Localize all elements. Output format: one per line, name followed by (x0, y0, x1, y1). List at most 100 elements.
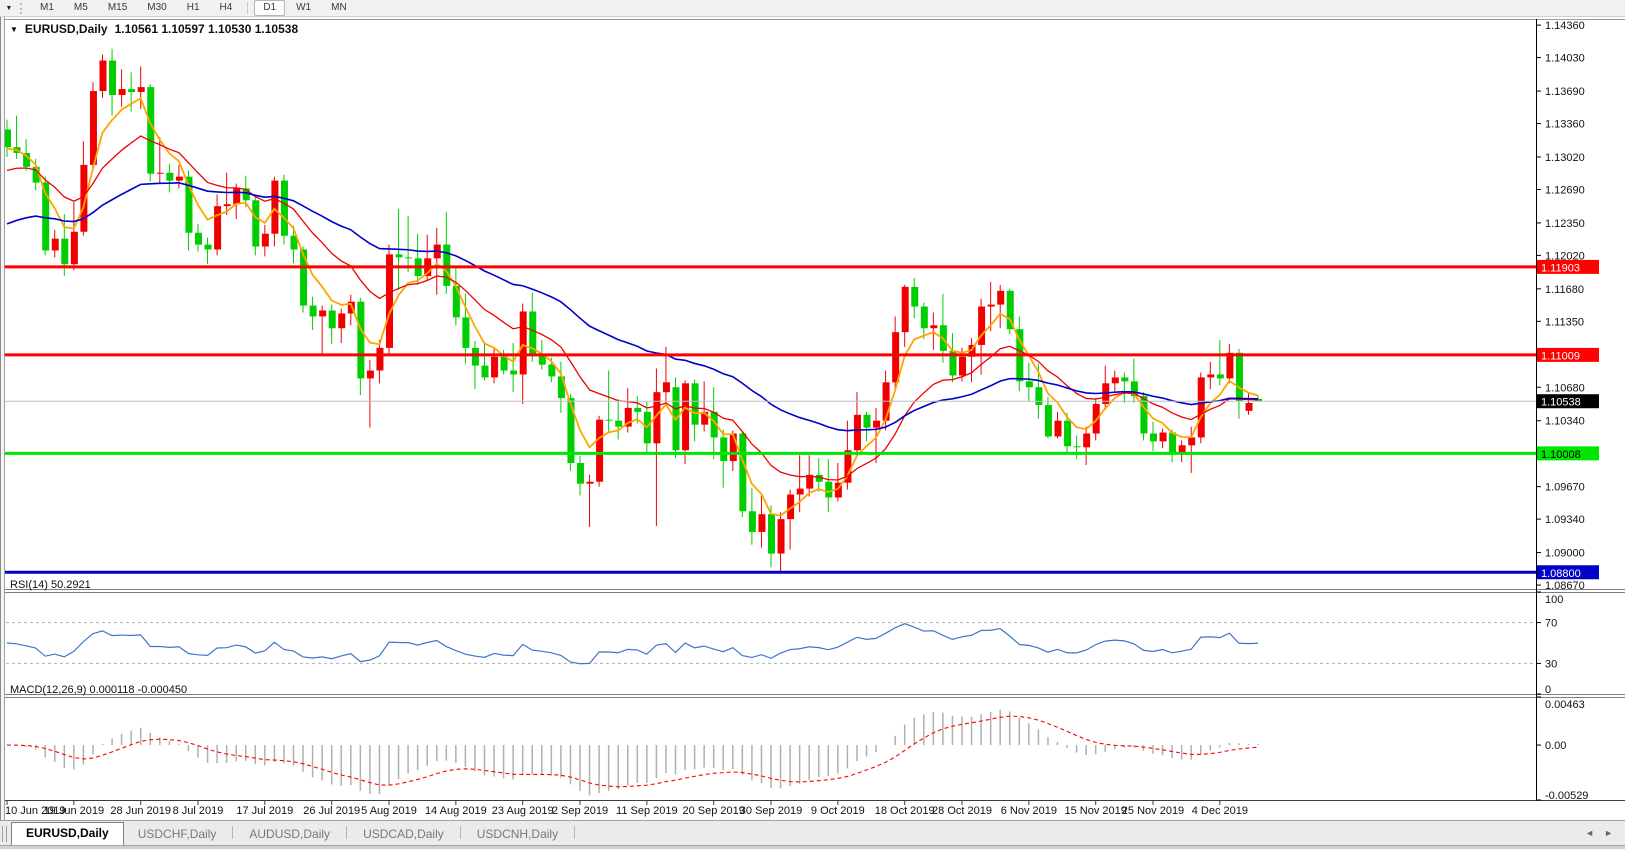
timeframe-button-w1[interactable]: W1 (287, 0, 320, 16)
rsi-line (7, 624, 1258, 664)
candle (472, 348, 479, 366)
price-badge-label: 1.10538 (1541, 397, 1581, 409)
timeframe-button-h4[interactable]: H4 (211, 0, 242, 16)
price-tick-label: 1.12690 (1545, 184, 1585, 196)
date-tick-label: 30 Sep 2019 (740, 805, 802, 817)
candle (997, 291, 1004, 305)
toolbar-dropdown-icon[interactable]: ▼ (0, 5, 18, 12)
price-tick-label: 1.13020 (1545, 152, 1585, 164)
tab-usdcad-daily[interactable]: USDCAD,Daily (349, 824, 458, 845)
candle (138, 87, 145, 92)
candle (329, 310, 336, 328)
candle (902, 287, 909, 332)
date-tick-label: 19 Jun 2019 (44, 805, 105, 817)
timeframe-button-m1[interactable]: M1 (31, 0, 63, 16)
candle (482, 366, 489, 378)
date-tick-label: 14 Aug 2019 (425, 805, 487, 817)
candle (510, 371, 517, 375)
date-tick-label: 26 Jul 2019 (303, 805, 360, 817)
candle (854, 415, 861, 450)
candle (61, 239, 68, 265)
tab-eurusd-daily[interactable]: EURUSD,Daily (11, 822, 124, 845)
candle (100, 61, 107, 92)
chart-dropdown-icon[interactable]: ▼ (10, 25, 18, 34)
candle (864, 415, 871, 428)
candle (1246, 403, 1253, 411)
candle (1226, 353, 1233, 379)
macd-tick-label: -0.00529 (1545, 790, 1588, 802)
date-tick-label: 6 Nov 2019 (1001, 805, 1057, 817)
tab-scroll-right-icon[interactable]: ► (1604, 828, 1613, 838)
candle (921, 307, 928, 329)
tab-scroll-left-icon[interactable]: ◄ (1585, 828, 1594, 838)
candle (386, 254, 393, 347)
candle (224, 204, 231, 206)
candle (988, 305, 995, 307)
tab-usdcnh-daily[interactable]: USDCNH,Daily (463, 824, 572, 845)
date-tick-label: 20 Sep 2019 (683, 805, 745, 817)
price-tick-label: 1.12350 (1545, 218, 1585, 230)
candle (911, 287, 918, 307)
price-tick-label: 1.13360 (1545, 119, 1585, 131)
candle (1064, 421, 1071, 447)
timeframe-button-h1[interactable]: H1 (178, 0, 209, 16)
tabbar-grip[interactable] (2, 826, 7, 842)
candle (930, 325, 937, 328)
candle (52, 239, 59, 251)
candle (262, 234, 269, 247)
price-tick-label: 1.11350 (1545, 316, 1584, 328)
price-tick-label: 1.10340 (1545, 416, 1585, 428)
candle (892, 332, 899, 382)
timeframe-button-m30[interactable]: M30 (138, 0, 175, 16)
candle (205, 245, 212, 250)
date-tick-label: 2 Sep 2019 (552, 805, 608, 817)
toolbar-grip[interactable] (20, 3, 24, 14)
price-badge-label: 1.10008 (1541, 449, 1581, 461)
date-tick-label: 5 Aug 2019 (361, 805, 417, 817)
timeframe-button-m5[interactable]: M5 (65, 0, 97, 16)
candle (758, 514, 765, 532)
candle (405, 257, 412, 258)
candle (1198, 377, 1205, 437)
candle (310, 306, 317, 317)
candle (109, 61, 116, 95)
chart-tab-bar: EURUSD,Daily USDCHF,Daily AUDUSD,Daily U… (0, 820, 1625, 845)
candle (4, 129, 11, 147)
date-tick-label: 18 Oct 2019 (875, 805, 935, 817)
date-tick-label: 25 Nov 2019 (1122, 805, 1184, 817)
price-tick-label: 1.10680 (1545, 382, 1585, 394)
rsi-tick-label: 100 (1545, 594, 1563, 606)
candle (453, 286, 460, 317)
timeframe-button-m15[interactable]: M15 (99, 0, 136, 16)
timeframe-button-mn[interactable]: MN (322, 0, 356, 16)
date-tick-label: 17 Jul 2019 (236, 805, 293, 817)
candle (778, 519, 785, 553)
candle (1026, 381, 1033, 387)
candle (634, 408, 641, 412)
candles (4, 49, 1262, 574)
date-tick-label: 11 Sep 2019 (616, 805, 678, 817)
candle (176, 177, 183, 181)
timeframe-button-d1[interactable]: D1 (254, 0, 285, 16)
window-left-frame (0, 17, 5, 820)
tab-separator (232, 826, 233, 839)
candle (147, 87, 154, 174)
candle (768, 514, 775, 553)
candle (396, 254, 403, 257)
price-tick-label: 1.09000 (1545, 548, 1585, 560)
candle (1112, 377, 1119, 383)
candle (319, 310, 326, 316)
tab-audusd-daily[interactable]: AUDUSD,Daily (235, 824, 344, 845)
date-tick-label: 23 Aug 2019 (492, 805, 554, 817)
rsi-tick-label: 30 (1545, 658, 1557, 670)
rsi-indicator-label: RSI(14) 50.2921 (10, 579, 91, 591)
candle (873, 421, 880, 428)
candle (1150, 434, 1157, 442)
tab-usdchf-daily[interactable]: USDCHF,Daily (124, 824, 231, 845)
candle (739, 434, 746, 512)
candle (1188, 437, 1195, 445)
candle (1169, 433, 1176, 453)
candle (663, 382, 670, 392)
price-chart-canvas[interactable]: 1.143601.140301.136901.133601.130201.126… (0, 17, 1625, 820)
price-tick-label: 1.09340 (1545, 514, 1585, 526)
